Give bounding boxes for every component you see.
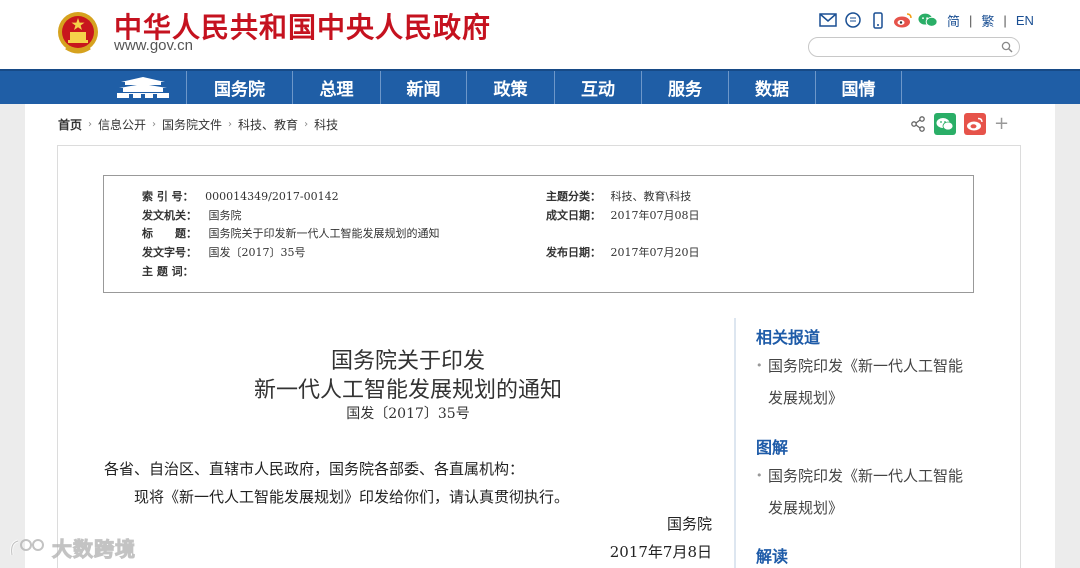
related-reports-heading: 相关报道 <box>756 328 821 347</box>
meta-publish-date-label: 发布日期： <box>546 246 601 259</box>
bullet-dot-icon: • <box>756 359 763 372</box>
national-emblem-icon[interactable] <box>56 10 100 56</box>
lang-english-link[interactable]: EN <box>1016 13 1034 28</box>
related-report-link-line1[interactable]: 国务院印发《新一代人工智能 <box>768 350 978 382</box>
meta-topic-value: 科技、教育\科技 <box>610 190 692 203</box>
meta-issuer-value: 国务院 <box>208 209 242 222</box>
watermark-logo-icon <box>10 539 44 556</box>
message-icon[interactable] <box>843 11 863 29</box>
meta-doc-number-label: 发文字号： <box>142 246 197 259</box>
lang-traditional-link[interactable]: 繁 <box>981 11 994 30</box>
related-report-link-line2[interactable]: 发展规划》 <box>768 382 978 414</box>
meta-keywords-label: 主 题 词： <box>142 265 194 278</box>
share-icon[interactable] <box>910 116 926 132</box>
breadcrumb-separator-icon: › <box>304 119 309 130</box>
document-date: 2017年7月8日 <box>609 543 712 561</box>
meta-publish-date-value: 2017年07月20日 <box>610 246 700 259</box>
site-url[interactable]: www.gov.cn <box>114 37 193 54</box>
graphic-link-line2[interactable]: 发展规划》 <box>768 492 978 524</box>
related-report-link[interactable]: • 国务院印发《新一代人工智能 发展规划》 <box>756 350 978 414</box>
meta-written-date-value: 2017年07月08日 <box>610 209 700 222</box>
interpretation-heading: 解读 <box>756 547 789 566</box>
breadcrumb-separator-icon: › <box>88 119 93 130</box>
breadcrumb-separator-icon: › <box>152 119 157 130</box>
meta-title-value: 国务院关于印发新一代人工智能发展规划的通知 <box>208 227 440 240</box>
search-box <box>808 37 1020 57</box>
document-addressee: 各省、自治区、直辖市人民政府，国务院各部委、各直属机构： <box>104 460 525 478</box>
breadcrumb-item-0[interactable]: 首页 <box>58 116 82 133</box>
weibo-icon[interactable] <box>893 11 913 29</box>
tiananmen-icon <box>117 76 169 98</box>
nav-item-4[interactable]: 互动 <box>554 71 641 104</box>
meta-written-date-label: 成文日期： <box>546 209 601 222</box>
bullet-dot-icon: • <box>756 469 763 482</box>
breadcrumb-item-3[interactable]: 科技、教育 <box>238 116 298 133</box>
share-bar: + <box>910 113 1009 135</box>
breadcrumb-item-2[interactable]: 国务院文件 <box>162 116 222 133</box>
graphic-heading: 图解 <box>756 438 789 457</box>
graphic-link[interactable]: • 国务院印发《新一代人工智能 发展规划》 <box>756 460 978 524</box>
lang-separator: | <box>969 12 973 28</box>
nav-item-5[interactable]: 服务 <box>641 71 728 104</box>
document-body-paragraph: 现将《新一代人工智能发展规划》印发给你们，请认真贯彻执行。 <box>134 488 570 506</box>
nav-items: 国务院 总理 新闻 政策 互动 服务 数据 国情 <box>186 71 902 104</box>
nav-item-7[interactable]: 国情 <box>815 71 902 104</box>
document-metadata-table: 索 引 号： 000014349/2017-00142 主题分类： 科技、教育\… <box>103 175 974 293</box>
meta-title-label: 标 题： <box>142 227 197 240</box>
share-weibo-icon[interactable] <box>964 113 986 135</box>
nav-item-0[interactable]: 国务院 <box>186 71 292 104</box>
related-sidebar: 相关报道 • 国务院印发《新一代人工智能 发展规划》 图解 • 国务院印发《新一… <box>734 318 984 568</box>
breadcrumb-separator-icon: › <box>228 119 233 130</box>
site-header: 中华人民共和国中央人民政府 www.gov.cn 简 | 繁 | EN <box>0 0 1080 69</box>
nav-item-6[interactable]: 数据 <box>728 71 815 104</box>
search-icon[interactable] <box>1001 41 1013 53</box>
share-wechat-icon[interactable] <box>934 113 956 135</box>
meta-index-value: 000014349/2017-00142 <box>205 190 339 203</box>
lang-simplified-link[interactable]: 简 <box>947 11 960 30</box>
breadcrumb: 首页 › 信息公开 › 国务院文件 › 科技、教育 › 科技 <box>58 116 338 133</box>
document-title-line1: 国务院关于印发 <box>330 349 485 374</box>
meta-doc-number-value: 国发〔2017〕35号 <box>208 246 306 259</box>
search-input[interactable] <box>817 40 997 54</box>
nav-home-link[interactable] <box>100 71 186 104</box>
mobile-icon[interactable] <box>868 11 888 29</box>
header-tools: 简 | 繁 | EN <box>818 10 1034 30</box>
meta-index-label: 索 引 号： <box>142 190 194 203</box>
mail-icon[interactable] <box>818 11 838 29</box>
wechat-icon[interactable] <box>918 11 938 29</box>
nav-item-3[interactable]: 政策 <box>466 71 554 104</box>
watermark-text: 大数跨境 <box>52 536 136 561</box>
document-signature: 国务院 <box>666 515 712 533</box>
meta-issuer-label: 发文机关： <box>142 209 197 222</box>
breadcrumb-item-1[interactable]: 信息公开 <box>98 116 146 133</box>
breadcrumb-item-4[interactable]: 科技 <box>314 116 338 133</box>
meta-topic-label: 主题分类： <box>546 190 601 203</box>
nav-item-1[interactable]: 总理 <box>292 71 380 104</box>
watermark: 大数跨境 <box>8 532 136 562</box>
nav-item-2[interactable]: 新闻 <box>380 71 466 104</box>
lang-separator: | <box>1003 12 1007 28</box>
graphic-link-line1[interactable]: 国务院印发《新一代人工智能 <box>768 460 978 492</box>
main-navbar: 国务院 总理 新闻 政策 互动 服务 数据 国情 <box>0 69 1080 104</box>
document-title-line2: 新一代人工智能发展规划的通知 <box>253 378 562 403</box>
document-number: 国发〔2017〕35号 <box>346 406 470 422</box>
share-more-icon[interactable]: + <box>994 113 1009 135</box>
